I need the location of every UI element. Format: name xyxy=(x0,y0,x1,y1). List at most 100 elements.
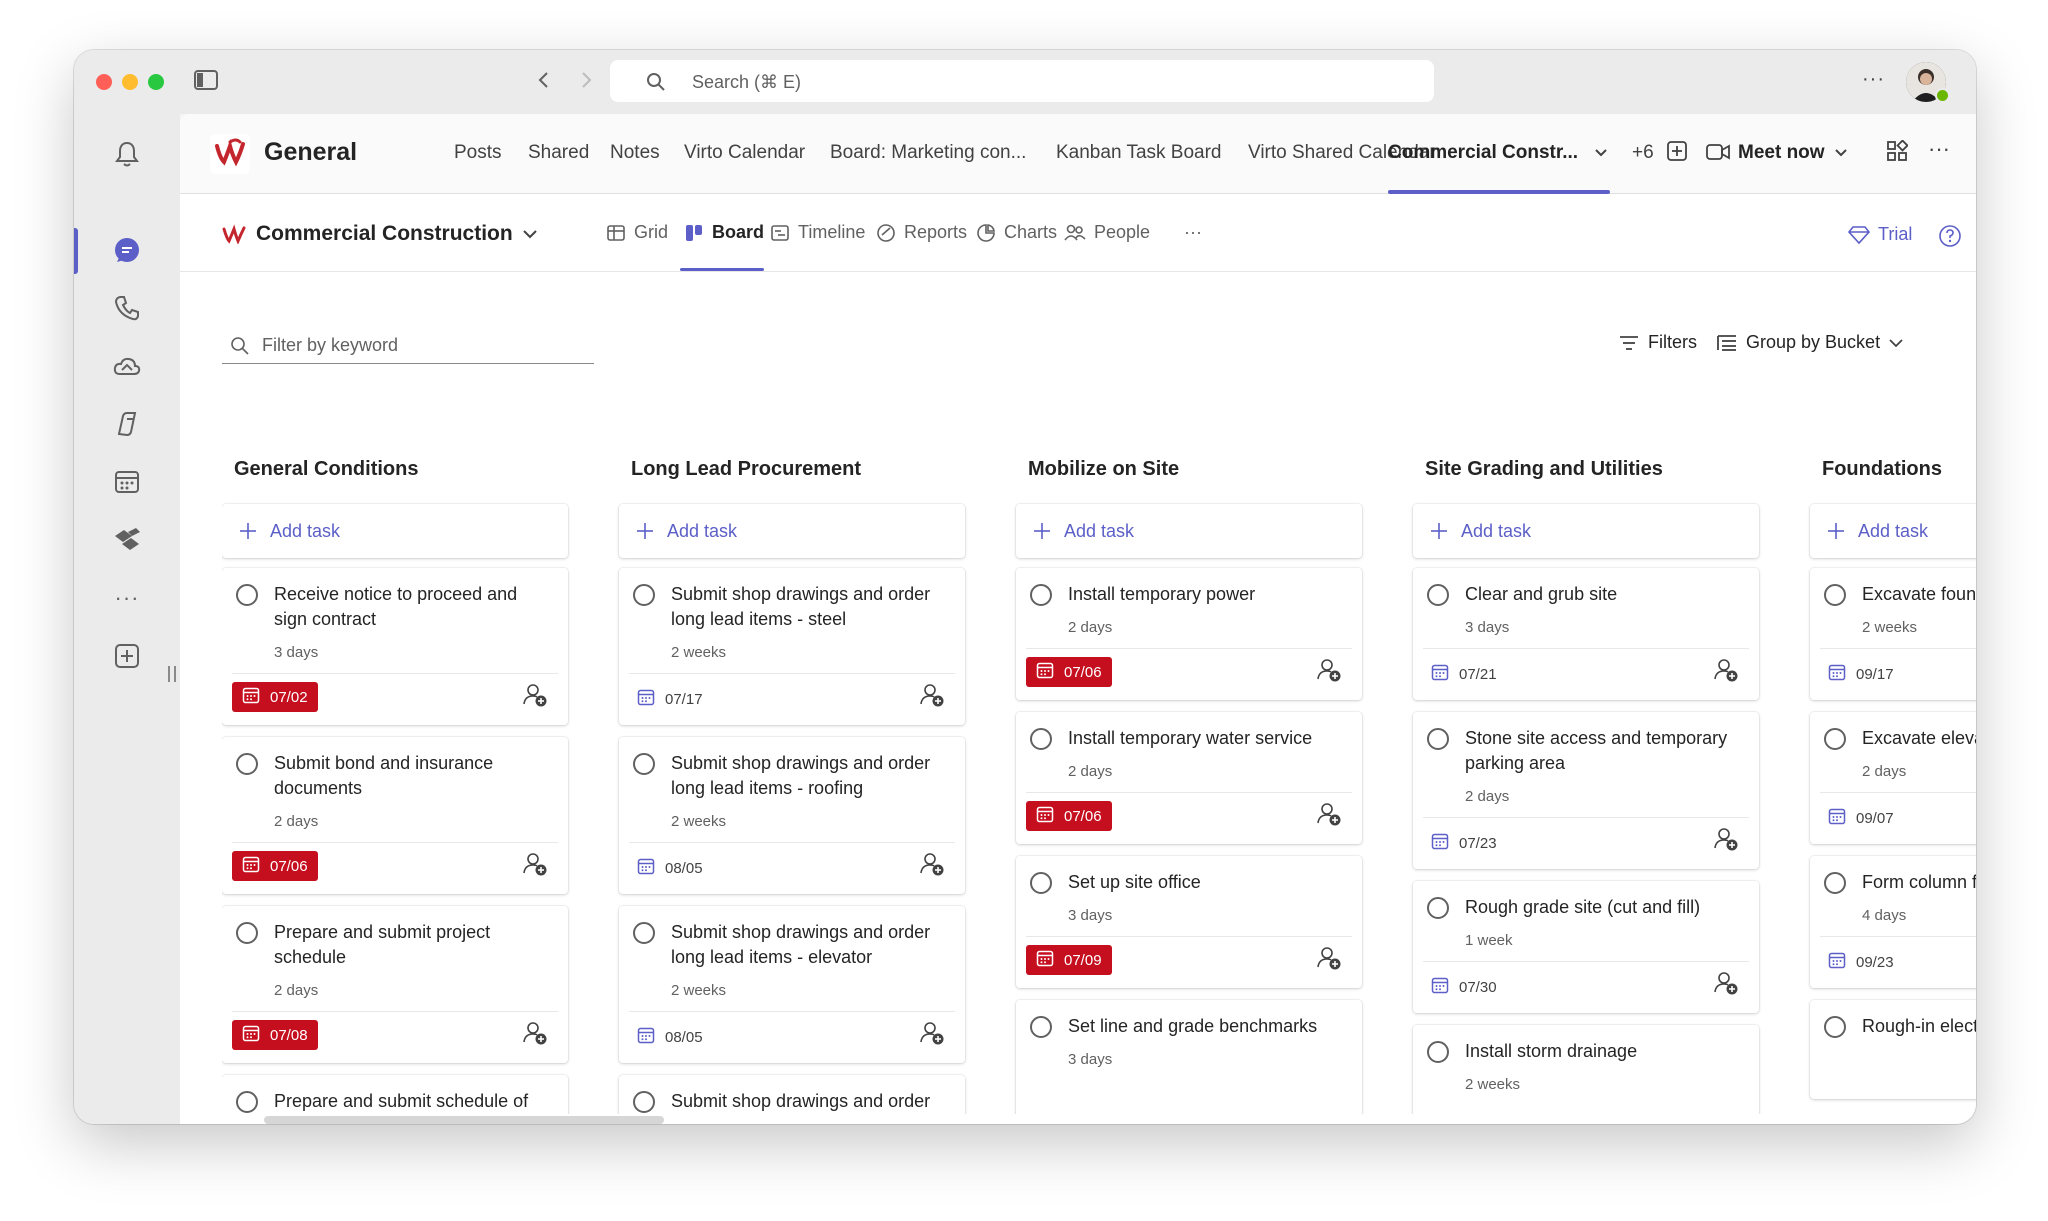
assign-user-icon[interactable] xyxy=(919,682,945,713)
task-card[interactable]: Submit bond and insurance documents 2 day… xyxy=(222,737,568,894)
task-card[interactable]: Excavate foundations 2 weeks 09/17 xyxy=(1810,568,1976,700)
task-card[interactable]: Set line and grade benchmarks 3 days xyxy=(1016,1000,1362,1114)
assign-user-icon[interactable] xyxy=(919,1020,945,1051)
task-card[interactable]: Rough-in electrical in elevator xyxy=(1810,1000,1976,1099)
tab-shared[interactable]: Shared xyxy=(528,142,589,164)
more-apps-icon[interactable]: ··· xyxy=(107,578,147,618)
complete-task-checkbox[interactable] xyxy=(633,753,655,775)
task-card[interactable]: Install temporary water service 2 days 07/… xyxy=(1016,712,1362,844)
assign-user-icon[interactable] xyxy=(1316,945,1342,976)
meet-now-chevron-icon[interactable] xyxy=(1834,148,1848,158)
tab-posts[interactable]: Posts xyxy=(454,142,502,164)
due-date-overdue[interactable]: 07/06 xyxy=(232,851,318,881)
add-app-icon[interactable] xyxy=(107,636,147,676)
task-card[interactable]: Receive notice to proceed and sign contr… xyxy=(222,568,568,725)
complete-task-checkbox[interactable] xyxy=(1030,872,1052,894)
tab-virto-calendar[interactable]: Virto Calendar xyxy=(684,142,805,164)
complete-task-checkbox[interactable] xyxy=(633,922,655,944)
back-arrow-icon[interactable] xyxy=(532,68,556,92)
due-date-overdue[interactable]: 07/06 xyxy=(1026,801,1112,831)
tab-kanban-task-board[interactable]: Kanban Task Board xyxy=(1056,142,1222,164)
view-reports-tab[interactable]: Reports xyxy=(876,222,967,243)
assign-user-icon[interactable] xyxy=(522,1020,548,1051)
due-date[interactable]: 07/30 xyxy=(1431,976,1497,998)
assign-user-icon[interactable] xyxy=(1713,657,1739,688)
calendar-icon[interactable] xyxy=(107,462,147,502)
filter-keyword-field[interactable] xyxy=(222,326,594,364)
trial-button[interactable]: Trial xyxy=(1848,224,1912,245)
view-grid-tab[interactable]: Grid xyxy=(606,222,668,243)
complete-task-checkbox[interactable] xyxy=(633,1091,655,1113)
group-by-dropdown[interactable]: Group by Bucket xyxy=(1716,332,1904,353)
plan-title[interactable]: Commercial Construction xyxy=(256,222,513,246)
more-options-icon[interactable]: ··· xyxy=(1862,68,1885,91)
add-task-button[interactable]: Add task xyxy=(1413,504,1759,558)
calls-phone-icon[interactable] xyxy=(107,288,147,328)
due-date[interactable]: 07/21 xyxy=(1431,663,1497,685)
complete-task-checkbox[interactable] xyxy=(1824,1016,1846,1038)
complete-task-checkbox[interactable] xyxy=(236,1091,258,1113)
tab-notes[interactable]: Notes xyxy=(610,142,660,164)
task-card[interactable]: Submit shop drawings and order long lead… xyxy=(619,1075,965,1114)
complete-task-checkbox[interactable] xyxy=(1427,1041,1449,1063)
complete-task-checkbox[interactable] xyxy=(1824,728,1846,750)
task-card[interactable]: Submit shop drawings and order long lead… xyxy=(619,906,965,1063)
task-card[interactable]: Prepare and submit schedule of values xyxy=(222,1075,568,1114)
complete-task-checkbox[interactable] xyxy=(1824,872,1846,894)
due-date[interactable]: 08/05 xyxy=(637,1026,703,1048)
due-date-overdue[interactable]: 07/08 xyxy=(232,1020,318,1050)
video-camera-icon[interactable] xyxy=(1706,142,1730,162)
complete-task-checkbox[interactable] xyxy=(1427,728,1449,750)
tab-board-marketing[interactable]: Board: Marketing con... xyxy=(830,142,1026,164)
filter-keyword-input[interactable] xyxy=(262,330,582,360)
due-date-overdue[interactable]: 07/06 xyxy=(1026,657,1112,687)
complete-task-checkbox[interactable] xyxy=(236,753,258,775)
channel-more-icon[interactable]: ··· xyxy=(1928,136,1950,162)
forward-arrow-icon[interactable] xyxy=(574,68,598,92)
apps-grid-icon[interactable] xyxy=(1886,140,1908,162)
task-card[interactable]: Set up site office 3 days 07/09 xyxy=(1016,856,1362,988)
views-more-button[interactable]: ··· xyxy=(1184,222,1202,243)
add-task-button[interactable]: Add task xyxy=(1016,504,1362,558)
due-date-overdue[interactable]: 07/09 xyxy=(1026,945,1112,975)
complete-task-checkbox[interactable] xyxy=(236,584,258,606)
task-card[interactable]: Rough grade site (cut and fill) 1 week 07/… xyxy=(1413,881,1759,1013)
filters-button[interactable]: Filters xyxy=(1618,332,1697,353)
global-search-box[interactable]: Search (⌘ E) xyxy=(610,60,1434,102)
chat-icon[interactable] xyxy=(107,231,147,271)
task-card[interactable]: Excavate elevator pit 2 days 09/07 xyxy=(1810,712,1976,844)
assign-user-icon[interactable] xyxy=(1713,826,1739,857)
complete-task-checkbox[interactable] xyxy=(633,584,655,606)
meet-now-button[interactable]: Meet now xyxy=(1738,142,1825,164)
add-tab-icon[interactable] xyxy=(1666,140,1688,162)
more-tabs-count[interactable]: +6 xyxy=(1632,142,1654,164)
complete-task-checkbox[interactable] xyxy=(1427,897,1449,919)
task-card[interactable]: Submit shop drawings and order long lead… xyxy=(619,568,965,725)
due-date[interactable]: 07/23 xyxy=(1431,832,1497,854)
minimize-window-button[interactable] xyxy=(122,74,138,90)
task-card[interactable]: Form column foundations 4 days 09/23 xyxy=(1810,856,1976,988)
view-charts-tab[interactable]: Charts xyxy=(976,222,1057,243)
view-board-tab[interactable]: Board xyxy=(684,222,764,243)
due-date[interactable]: 09/17 xyxy=(1828,663,1894,685)
assign-user-icon[interactable] xyxy=(1316,801,1342,832)
due-date[interactable]: 08/05 xyxy=(637,857,703,879)
complete-task-checkbox[interactable] xyxy=(1427,584,1449,606)
assign-user-icon[interactable] xyxy=(919,851,945,882)
due-date-overdue[interactable]: 07/02 xyxy=(232,682,318,712)
sidebar-toggle-icon[interactable] xyxy=(194,70,218,90)
complete-task-checkbox[interactable] xyxy=(1030,1016,1052,1038)
task-card[interactable]: Install temporary power 2 days 07/06 xyxy=(1016,568,1362,700)
due-date[interactable]: 07/17 xyxy=(637,688,703,710)
close-window-button[interactable] xyxy=(96,74,112,90)
complete-task-checkbox[interactable] xyxy=(1030,584,1052,606)
plan-switch-chevron-icon[interactable] xyxy=(522,228,538,240)
task-card[interactable]: Install storm drainage 2 weeks xyxy=(1413,1025,1759,1114)
view-people-tab[interactable]: People xyxy=(1064,222,1150,243)
activity-bell-icon[interactable] xyxy=(107,134,147,174)
task-card[interactable]: Clear and grub site 3 days 07/21 xyxy=(1413,568,1759,700)
due-date[interactable]: 09/07 xyxy=(1828,807,1894,829)
view-timeline-tab[interactable]: Timeline xyxy=(770,222,865,243)
complete-task-checkbox[interactable] xyxy=(236,922,258,944)
help-icon[interactable] xyxy=(1938,224,1962,248)
